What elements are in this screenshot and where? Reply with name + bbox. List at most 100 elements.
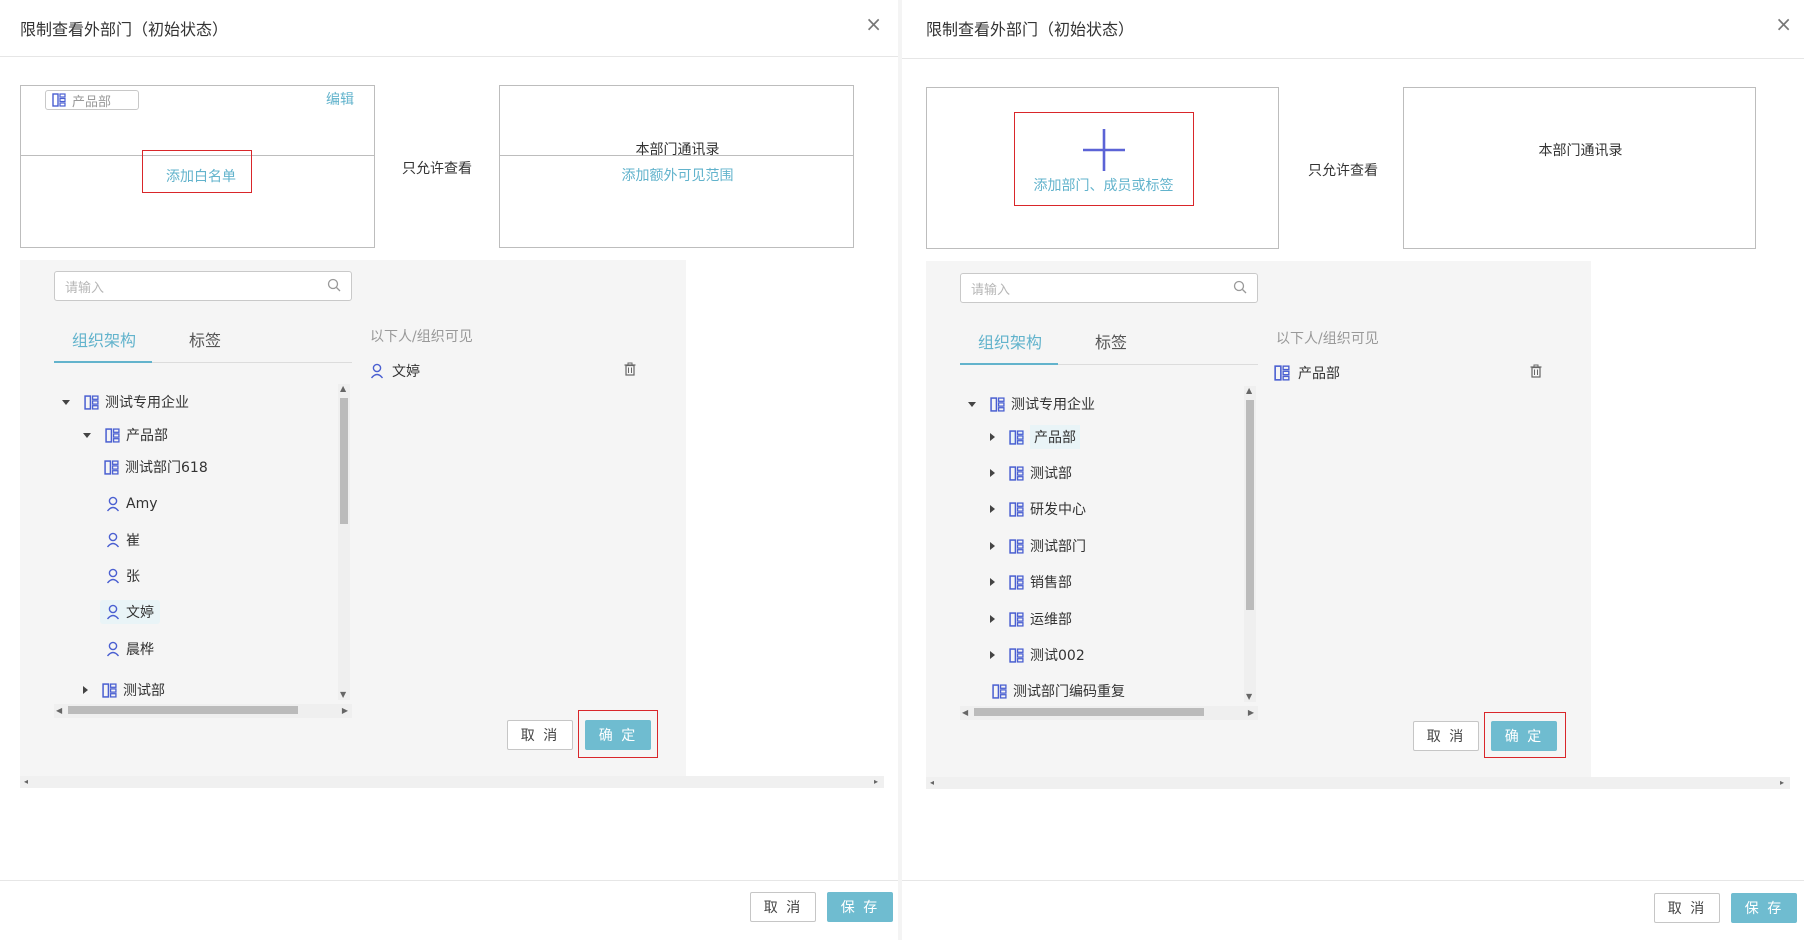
add-target-link[interactable]: 添加部门、成员或标签 (1015, 175, 1192, 195)
scroll-thumb[interactable] (340, 398, 348, 524)
tree-item[interactable]: 测试部门618 (104, 455, 208, 479)
caret-down-icon[interactable] (968, 401, 976, 407)
scroll-down-icon[interactable]: ▼ (1246, 692, 1252, 702)
tree-item[interactable]: 测试部门 (990, 534, 1086, 558)
highlight-frame (1484, 712, 1566, 758)
tab-org[interactable]: 组织架构 (72, 327, 136, 351)
plus-icon[interactable] (1081, 127, 1127, 173)
tree-item[interactable]: 研发中心 (990, 497, 1086, 521)
scroll-thumb[interactable] (1246, 400, 1254, 610)
highlight-frame[interactable]: 添加部门、成员或标签 (1014, 112, 1194, 206)
edit-link[interactable]: 编辑 (326, 89, 354, 109)
footer-save-button[interactable]: 保 存 (1731, 893, 1797, 923)
left-dialog: 限制查看外部门（初始状态） × 产品部 编辑 添加白名单 只允许查看 本部门通讯… (0, 0, 902, 940)
tree-item-label: 测试部 (123, 683, 165, 699)
add-extra-scope-link[interactable]: 添加额外可见范围 (500, 165, 855, 185)
caret-right-icon[interactable] (83, 686, 88, 694)
h-scroll-thumb[interactable] (974, 708, 1204, 716)
footer-divider (902, 880, 1804, 881)
tab-tags[interactable]: 标签 (189, 327, 221, 351)
tab-org[interactable]: 组织架构 (978, 329, 1042, 353)
tree-item[interactable]: 测试部 (83, 678, 165, 702)
user-icon (106, 496, 120, 512)
only-allow-label: 只允许查看 (1308, 163, 1378, 179)
search-placeholder: 请输入 (971, 282, 1011, 298)
tree-item[interactable]: 测试专用企业 (62, 390, 189, 414)
dept-contacts-label: 本部门通讯录 (635, 142, 720, 158)
tab-active-indicator (960, 363, 1058, 365)
tree-item-label: 产品部 (126, 428, 168, 444)
close-icon[interactable]: × (865, 14, 882, 34)
tree-item[interactable]: 测试专用企业 (968, 392, 1095, 416)
caret-right-icon[interactable] (990, 578, 995, 586)
search-input[interactable]: 请输入 (960, 273, 1258, 303)
tree-item[interactable]: 张 (106, 564, 140, 588)
tree-item[interactable]: 销售部 (990, 570, 1072, 594)
trash-icon[interactable] (623, 362, 637, 376)
caret-right-icon[interactable] (990, 433, 995, 441)
close-icon[interactable]: × (1775, 14, 1792, 34)
outer-hscrollbar[interactable]: ◂ ▸ (20, 776, 884, 788)
caret-down-icon[interactable] (62, 399, 70, 405)
scroll-left-icon[interactable]: ◀ (962, 708, 968, 718)
tree-item-label: 产品部 (1030, 425, 1080, 449)
tree-item-label: 崔 (126, 533, 140, 549)
tree-item-label: 测试专用企业 (1011, 397, 1095, 413)
tab-active-indicator (54, 361, 152, 363)
tree-item[interactable]: 产品部 (83, 423, 168, 447)
department-icon (1009, 574, 1024, 590)
footer-cancel-button[interactable]: 取 消 (750, 892, 816, 922)
scroll-up-icon[interactable]: ▲ (1246, 386, 1252, 396)
selected-dept-chip: 产品部 (45, 90, 139, 110)
department-icon (990, 396, 1005, 412)
search-input[interactable]: 请输入 (54, 271, 352, 301)
tree-item[interactable]: 测试002 (990, 643, 1085, 667)
tree-vscrollbar[interactable]: ▲ ▼ (338, 384, 350, 700)
scroll-left-icon[interactable]: ◀ (56, 706, 62, 716)
tree-item-label: 销售部 (1030, 575, 1072, 591)
tree-item[interactable]: Amy (106, 492, 158, 516)
scroll-down-icon[interactable]: ▼ (340, 690, 346, 700)
caret-right-icon[interactable] (990, 651, 995, 659)
caret-down-icon[interactable] (83, 432, 91, 438)
chip-label: 产品部 (72, 94, 112, 110)
tree-hscrollbar[interactable]: ◀ ▶ (54, 704, 352, 718)
scroll-right-icon[interactable]: ▶ (1248, 708, 1254, 718)
scroll-right-icon[interactable]: ▸ (1780, 778, 1784, 788)
highlight-frame (142, 150, 252, 193)
caret-right-icon[interactable] (990, 615, 995, 623)
scroll-left-icon[interactable]: ◂ (24, 777, 28, 787)
picker-cancel-button[interactable]: 取 消 (1413, 721, 1479, 751)
user-icon (106, 604, 120, 620)
dept-contacts-label: 本部门通讯录 (1538, 143, 1623, 159)
scroll-right-icon[interactable]: ▶ (342, 706, 348, 716)
tab-tags[interactable]: 标签 (1095, 329, 1127, 353)
tree-vscrollbar[interactable]: ▲ ▼ (1244, 386, 1256, 702)
h-scroll-thumb[interactable] (68, 706, 298, 714)
user-icon (370, 363, 384, 379)
tree-item-label: 测试部门618 (125, 460, 208, 476)
tree-item[interactable]: 崔 (106, 528, 140, 552)
trash-icon[interactable] (1529, 364, 1543, 378)
picker-cancel-button[interactable]: 取 消 (507, 720, 573, 750)
caret-right-icon[interactable] (990, 469, 995, 477)
scroll-right-icon[interactable]: ▸ (874, 777, 878, 787)
outer-hscrollbar[interactable]: ◂ ▸ (926, 777, 1790, 789)
tree-item[interactable]: 运维部 (990, 607, 1072, 631)
tree-item[interactable]: 测试部门编码重复 (992, 679, 1125, 703)
search-placeholder: 请输入 (65, 280, 105, 296)
tree-item[interactable]: 产品部 (990, 425, 1080, 449)
tree-item[interactable]: 文婷 (100, 600, 160, 624)
footer-cancel-button[interactable]: 取 消 (1654, 893, 1720, 923)
tree-item-label: 晨桦 (126, 642, 154, 658)
scroll-left-icon[interactable]: ◂ (930, 778, 934, 788)
scroll-up-icon[interactable]: ▲ (340, 384, 346, 394)
tree-hscrollbar[interactable]: ◀ ▶ (960, 706, 1258, 720)
department-icon (1009, 465, 1024, 481)
caret-right-icon[interactable] (990, 505, 995, 513)
tree-item[interactable]: 晨桦 (106, 637, 154, 661)
caret-right-icon[interactable] (990, 542, 995, 550)
tree-item[interactable]: 测试部 (990, 461, 1072, 485)
footer-save-button[interactable]: 保 存 (827, 892, 893, 922)
tree-item-label: 测试专用企业 (105, 395, 189, 411)
